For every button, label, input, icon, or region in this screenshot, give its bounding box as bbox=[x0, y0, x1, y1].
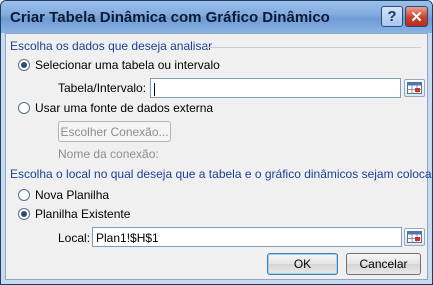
range-picker-icon bbox=[407, 82, 422, 94]
table-range-label: Tabela/Intervalo: bbox=[58, 81, 147, 95]
close-button[interactable]: ✕ bbox=[405, 6, 428, 27]
location-section-heading: Escolha o local no qual deseja que a tab… bbox=[10, 167, 433, 181]
radio-label: Usar uma fonte de dados externa bbox=[35, 101, 214, 115]
data-section-heading: Escolha os dados que deseja analisar bbox=[10, 39, 213, 53]
location-label: Local: bbox=[58, 231, 91, 245]
close-icon: ✕ bbox=[410, 8, 423, 26]
radio-indicator[interactable] bbox=[18, 208, 30, 220]
radio-external-source[interactable]: Usar uma fonte de dados externa bbox=[18, 101, 213, 115]
cancel-button[interactable]: Cancelar bbox=[346, 253, 421, 275]
radio-label: Selecionar uma tabela ou intervalo bbox=[35, 58, 220, 72]
radio-label: Nova Planilha bbox=[35, 188, 110, 202]
radio-existing-sheet[interactable]: Planilha Existente bbox=[18, 207, 130, 221]
range-picker-icon bbox=[407, 231, 422, 243]
radio-label: Planilha Existente bbox=[35, 207, 131, 221]
title-bar[interactable]: Criar Tabela Dinâmica com Gráfico Dinâmi… bbox=[1, 1, 432, 33]
radio-new-sheet[interactable]: Nova Planilha bbox=[18, 188, 109, 202]
location-input[interactable]: Plan1!$H$1 bbox=[92, 227, 402, 247]
location-picker-button[interactable] bbox=[404, 228, 425, 246]
dialog-title: Criar Tabela Dinâmica com Gráfico Dinâmi… bbox=[10, 9, 330, 26]
ok-button[interactable]: OK bbox=[267, 253, 338, 275]
radio-indicator[interactable] bbox=[18, 189, 30, 201]
dialog-window: Criar Tabela Dinâmica com Gráfico Dinâmi… bbox=[0, 0, 433, 285]
help-button[interactable]: ? bbox=[381, 6, 403, 27]
dialog-client-area: Escolha os dados que deseja analisar Sel… bbox=[5, 33, 432, 280]
radio-select-table[interactable]: Selecionar uma tabela ou intervalo bbox=[18, 58, 220, 72]
connection-name-label: Nome da conexão: bbox=[58, 147, 159, 161]
help-icon: ? bbox=[387, 8, 397, 25]
radio-indicator[interactable] bbox=[18, 102, 30, 114]
range-picker-button[interactable] bbox=[404, 79, 425, 97]
table-range-input[interactable] bbox=[150, 78, 401, 98]
text-cursor bbox=[154, 83, 155, 97]
choose-connection-button[interactable]: Escolher Conexão... bbox=[58, 121, 171, 142]
section-divider bbox=[206, 47, 421, 48]
radio-indicator[interactable] bbox=[18, 59, 30, 71]
